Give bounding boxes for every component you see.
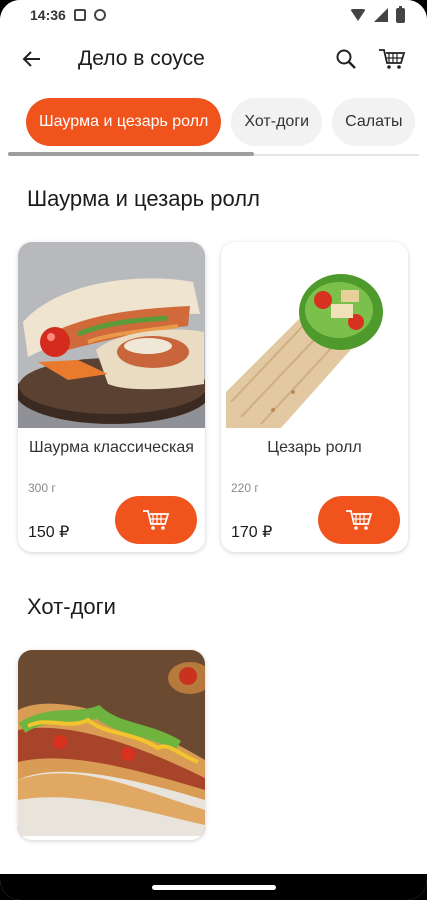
tab-shawarma[interactable]: Шаурма и цезарь ролл bbox=[26, 98, 222, 146]
notification-icon bbox=[73, 9, 86, 21]
product-name: Шаурма классическая bbox=[29, 439, 194, 456]
tab-salads[interactable]: Салаты bbox=[332, 98, 416, 146]
tabs-scroll-indicator bbox=[8, 152, 254, 156]
back-button[interactable] bbox=[16, 43, 48, 75]
battery-icon bbox=[396, 5, 405, 23]
wifi-icon bbox=[350, 9, 366, 21]
search-button[interactable] bbox=[327, 40, 365, 78]
category-tabs: Шаурма и цезарь ролл Хот-доги Салаты bbox=[0, 88, 427, 166]
signal-icon bbox=[374, 8, 388, 22]
add-to-cart-button[interactable] bbox=[115, 496, 197, 544]
shawarma-image bbox=[18, 242, 205, 428]
product-price: 150 ₽ bbox=[28, 524, 70, 541]
product-weight: 220 г bbox=[231, 481, 259, 495]
cart-icon bbox=[346, 510, 373, 530]
app-bar: Дело в соусе bbox=[0, 30, 427, 88]
section-title-shawarma: Шаурма и цезарь ролл bbox=[27, 186, 260, 211]
add-to-cart-button[interactable] bbox=[318, 496, 400, 544]
status-time: 14:36 bbox=[30, 7, 66, 23]
page-title: Дело в соусе bbox=[78, 47, 205, 70]
product-card[interactable]: Цезарь ролл 220 г 170 ₽ bbox=[221, 242, 408, 552]
product-price: 170 ₽ bbox=[231, 524, 273, 541]
arrow-back-icon bbox=[22, 51, 40, 67]
search-icon bbox=[336, 49, 356, 69]
section-title-hotdogs: Хот-доги bbox=[27, 594, 116, 619]
cart-button[interactable] bbox=[373, 40, 411, 78]
caesar-roll-image bbox=[221, 242, 408, 428]
product-weight: 300 г bbox=[28, 481, 56, 495]
tab-hotdogs[interactable]: Хот-доги bbox=[231, 98, 323, 146]
sync-icon bbox=[93, 9, 106, 21]
system-navigation-bar bbox=[0, 874, 427, 900]
hotdog-image bbox=[18, 650, 205, 836]
status-bar: 14:36 bbox=[0, 0, 427, 30]
product-card[interactable]: Шаурма классическая 300 г 150 ₽ bbox=[18, 242, 205, 552]
product-grid-shawarma: Шаурма классическая 300 г 150 ₽ Цезарь р… bbox=[0, 242, 427, 552]
cart-icon bbox=[143, 510, 170, 530]
cart-icon bbox=[379, 49, 406, 69]
home-gesture-handle[interactable] bbox=[151, 884, 276, 890]
product-card[interactable] bbox=[18, 650, 205, 840]
app-screen: 14:36 Дело в соусе Шаурма и цезарь ролл … bbox=[0, 0, 427, 900]
product-name: Цезарь ролл bbox=[267, 439, 362, 456]
product-grid-hotdogs bbox=[0, 650, 427, 840]
